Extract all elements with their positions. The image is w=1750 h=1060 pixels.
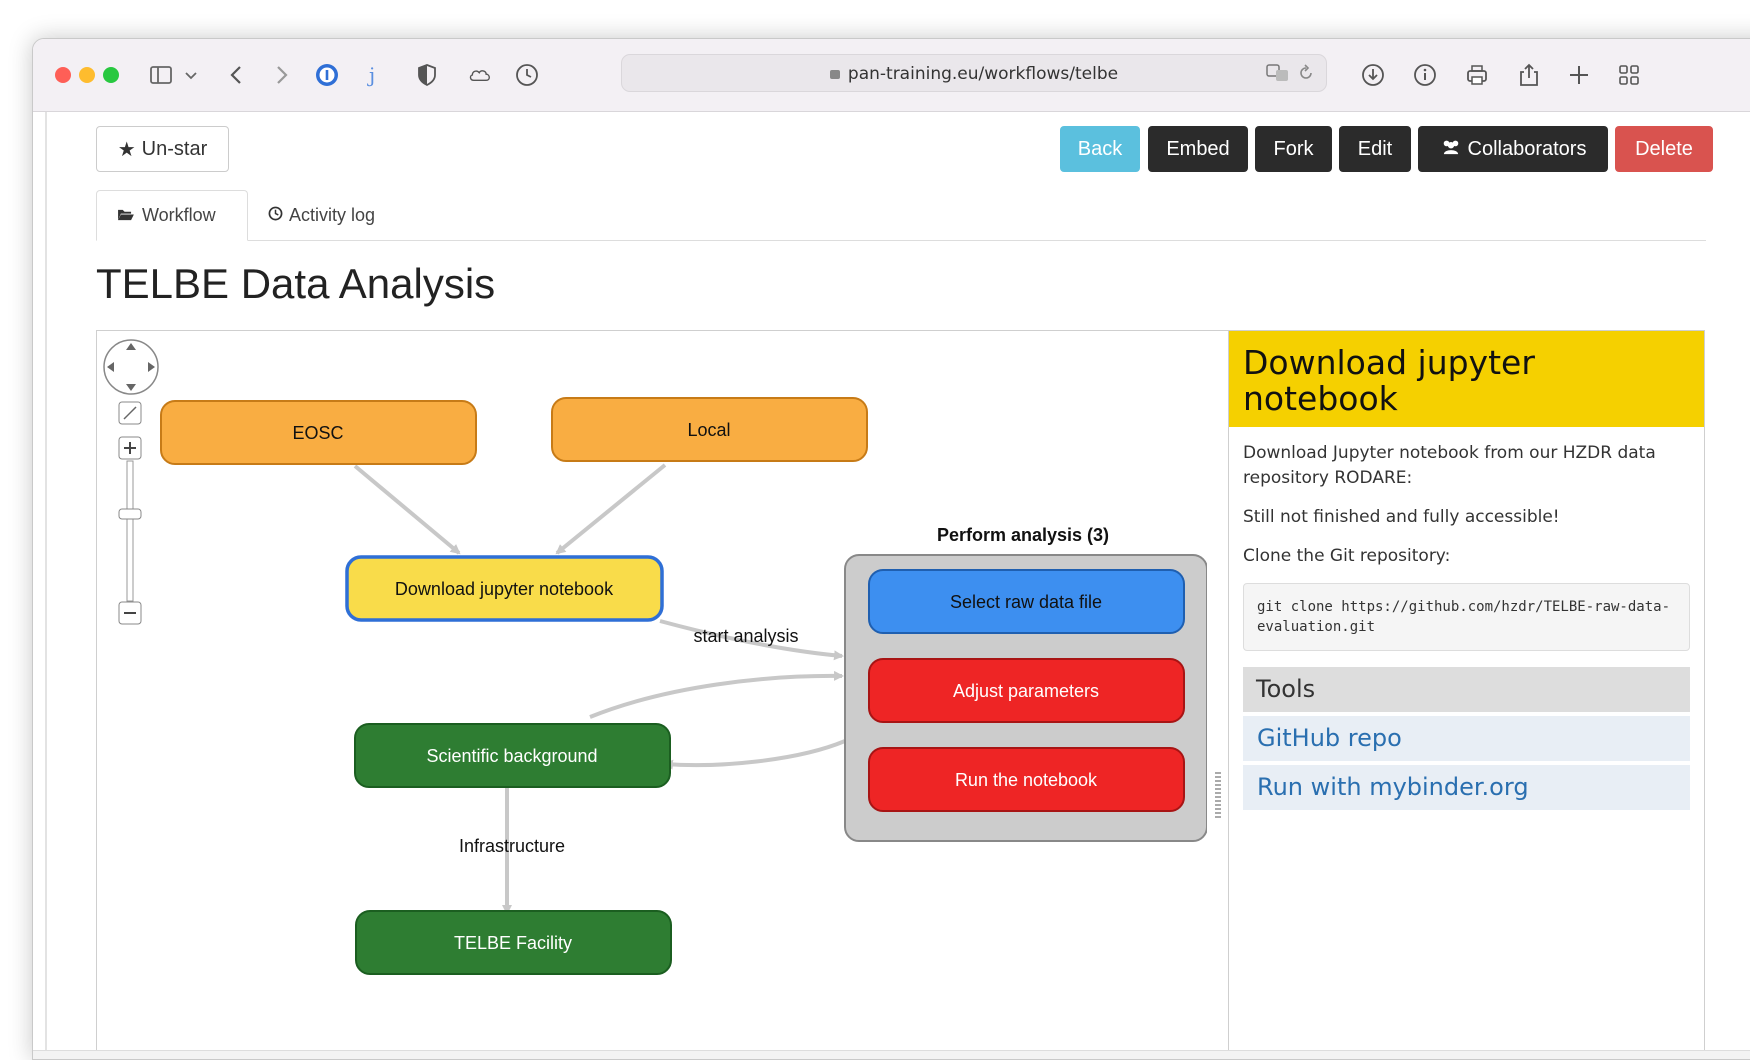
- delete-label: Delete: [1635, 137, 1693, 160]
- zoom-slider-handle[interactable]: [118, 508, 142, 520]
- zoom-out-icon[interactable]: [118, 601, 142, 625]
- edge-scientific-analysis: [589, 670, 844, 719]
- clock-icon: [268, 205, 283, 226]
- tab-workflow[interactable]: Workflow: [96, 190, 248, 241]
- edge-local-download: [555, 463, 667, 555]
- unstar-button[interactable]: ★ Un-star: [96, 126, 229, 172]
- github-repo-link[interactable]: GitHub repo: [1243, 716, 1690, 761]
- address-url: pan-training.eu/workflows/telbe: [847, 64, 1119, 84]
- node-run-notebook[interactable]: Run the notebook: [868, 747, 1185, 812]
- star-icon: ★: [117, 138, 136, 161]
- edge-analysis-scientific: [663, 739, 846, 770]
- minimize-window-button[interactable]: [79, 67, 95, 83]
- password-manager-icon[interactable]: [313, 61, 341, 89]
- node-run-label: Run the notebook: [955, 770, 1098, 790]
- cloud-icon[interactable]: [463, 61, 497, 89]
- unstar-label: Un-star: [141, 137, 208, 160]
- collaborators-button[interactable]: Collaborators: [1418, 126, 1608, 172]
- browser-window: j pan-training.eu/workflows/telbe ★ Un-s…: [32, 38, 1750, 1060]
- node-select-raw-label: Select raw data file: [950, 592, 1102, 612]
- panel-resize-handle[interactable]: [1215, 772, 1221, 818]
- node-info-panel: Download jupyter notebook Download Jupyt…: [1228, 330, 1705, 1059]
- node-scientific-background[interactable]: Scientific background: [354, 723, 671, 788]
- node-telbe-facility[interactable]: TELBE Facility: [355, 910, 672, 975]
- page-content: ★ Un-star Back Embed Fork Edit Collabora…: [33, 112, 1750, 1059]
- sidebar-icon[interactable]: [147, 61, 175, 89]
- history-clock-icon[interactable]: [513, 61, 541, 89]
- shield-icon[interactable]: [413, 61, 441, 89]
- edit-label: Edit: [1357, 137, 1393, 160]
- node-download-label: Download jupyter notebook: [395, 579, 614, 599]
- translate-icon[interactable]: [1266, 62, 1290, 84]
- group-label: Perform analysis (3): [937, 525, 1109, 545]
- tab-activity-log-label: Activity log: [289, 205, 376, 225]
- node-scientific-label: Scientific background: [426, 746, 597, 766]
- print-icon[interactable]: [1463, 61, 1491, 89]
- extension-j-icon[interactable]: j: [359, 61, 387, 89]
- panel-title: Download jupyter notebook: [1229, 331, 1704, 427]
- bottom-scrollbar[interactable]: [33, 1050, 1750, 1059]
- embed-label: Embed: [1166, 137, 1230, 160]
- new-tab-plus-icon[interactable]: [1565, 61, 1593, 89]
- tab-activity-log[interactable]: Activity log: [268, 190, 408, 241]
- pan-control[interactable]: [103, 339, 159, 395]
- zoom-in-icon[interactable]: [118, 436, 142, 460]
- address-bar[interactable]: pan-training.eu/workflows/telbe: [621, 54, 1327, 92]
- node-local-label: Local: [687, 420, 730, 440]
- zoom-slider-track[interactable]: [126, 460, 134, 602]
- git-clone-code: git clone https://github.com/hzdr/TELBE-…: [1243, 583, 1690, 651]
- panel-note: Still not finished and fully accessible!: [1243, 507, 1560, 527]
- node-eosc[interactable]: EOSC: [160, 400, 477, 465]
- node-adjust-label: Adjust parameters: [953, 681, 1099, 701]
- info-icon[interactable]: [1411, 61, 1439, 89]
- panel-description: Download Jupyter notebook from our HZDR …: [1243, 443, 1656, 488]
- browser-toolbar: j pan-training.eu/workflows/telbe: [33, 39, 1750, 112]
- back-button[interactable]: Back: [1060, 126, 1140, 172]
- lock-icon: [829, 70, 840, 79]
- edge-label-start-analysis: start analysis: [693, 626, 798, 646]
- left-divider: [45, 112, 47, 1059]
- collaborators-label: Collaborators: [1467, 137, 1587, 160]
- tab-workflow-label: Workflow: [142, 205, 216, 225]
- folder-open-icon: [117, 205, 134, 226]
- mybinder-link[interactable]: Run with mybinder.org: [1243, 765, 1690, 810]
- users-icon: [1440, 138, 1462, 161]
- tab-bar: Workflow Activity log: [96, 190, 1706, 241]
- node-local[interactable]: Local: [551, 397, 868, 462]
- chevron-down-icon[interactable]: [181, 61, 201, 89]
- edge-label-infrastructure: Infrastructure: [459, 836, 565, 856]
- svg-text:j: j: [367, 63, 375, 87]
- close-window-button[interactable]: [55, 67, 71, 83]
- embed-button[interactable]: Embed: [1148, 126, 1248, 172]
- downloads-icon[interactable]: [1359, 61, 1387, 89]
- tools-heading: Tools: [1243, 667, 1690, 712]
- reload-icon[interactable]: [1296, 63, 1316, 83]
- maximize-window-button[interactable]: [103, 67, 119, 83]
- back-label: Back: [1077, 137, 1123, 160]
- node-download-jupyter[interactable]: Download jupyter notebook: [345, 555, 664, 622]
- fork-label: Fork: [1273, 137, 1314, 160]
- fork-button[interactable]: Fork: [1255, 126, 1332, 172]
- page-title: TELBE Data Analysis: [96, 260, 496, 307]
- forward-arrow-icon[interactable]: [267, 61, 295, 89]
- edit-button[interactable]: Edit: [1339, 126, 1411, 172]
- tab-overview-icon[interactable]: [1615, 61, 1643, 89]
- panel-clone-label: Clone the Git repository:: [1243, 546, 1451, 566]
- node-telbe-label: TELBE Facility: [454, 933, 572, 953]
- delete-button[interactable]: Delete: [1615, 126, 1713, 172]
- node-select-raw[interactable]: Select raw data file: [868, 569, 1185, 634]
- workflow-diagram: Perform analysis (3) EOSC Local Download…: [103, 339, 1207, 975]
- edge-eosc-download: [353, 464, 461, 555]
- node-adjust-parameters[interactable]: Adjust parameters: [868, 658, 1185, 723]
- share-icon[interactable]: [1515, 61, 1543, 89]
- fit-view-icon[interactable]: [118, 401, 142, 425]
- node-eosc-label: EOSC: [292, 423, 343, 443]
- back-arrow-icon[interactable]: [223, 61, 251, 89]
